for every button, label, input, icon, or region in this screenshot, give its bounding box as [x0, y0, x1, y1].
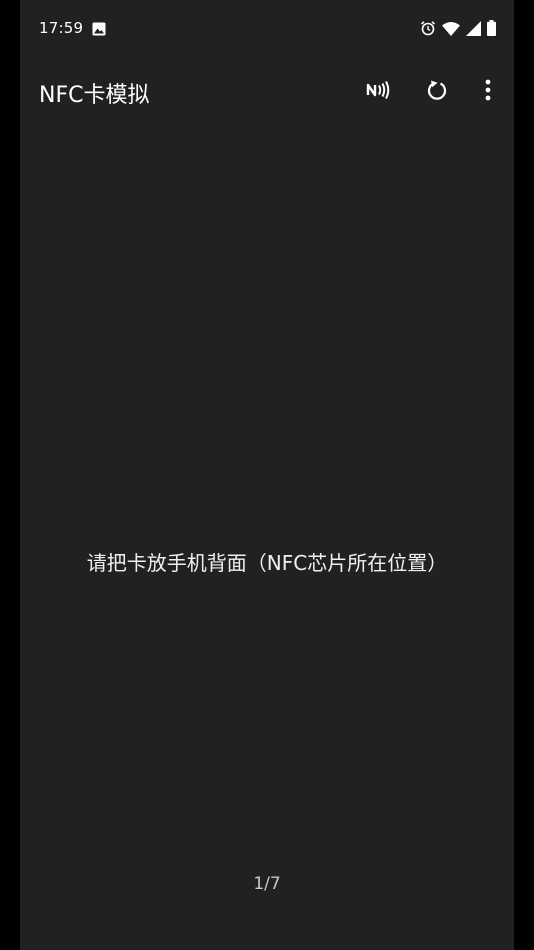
nfc-icon — [366, 80, 392, 104]
instruction-text: 请把卡放手机背面（NFC芯片所在位置） — [86, 551, 448, 575]
refresh-button[interactable] — [417, 72, 457, 112]
page-indicator: 1/7 — [253, 874, 281, 894]
refresh-icon — [426, 79, 448, 105]
battery-icon — [487, 20, 496, 36]
wifi-icon — [442, 21, 460, 36]
app-title: NFC卡模拟 — [39, 83, 150, 108]
status-time: 17:59 — [39, 19, 84, 37]
more-vert-icon — [485, 79, 491, 105]
app-screen: 17:59 NFC卡模拟 请把卡放手机背面（NFC芯片所在位置） 1/7 — [20, 0, 514, 950]
status-bar: 17:59 — [20, 0, 514, 58]
alarm-icon — [420, 20, 436, 36]
image-icon — [92, 21, 106, 36]
app-bar: NFC卡模拟 — [20, 58, 514, 126]
nfc-button[interactable] — [359, 72, 399, 112]
cell-signal-icon — [466, 20, 481, 36]
status-icons — [420, 20, 496, 36]
more-options-button[interactable] — [468, 72, 508, 112]
